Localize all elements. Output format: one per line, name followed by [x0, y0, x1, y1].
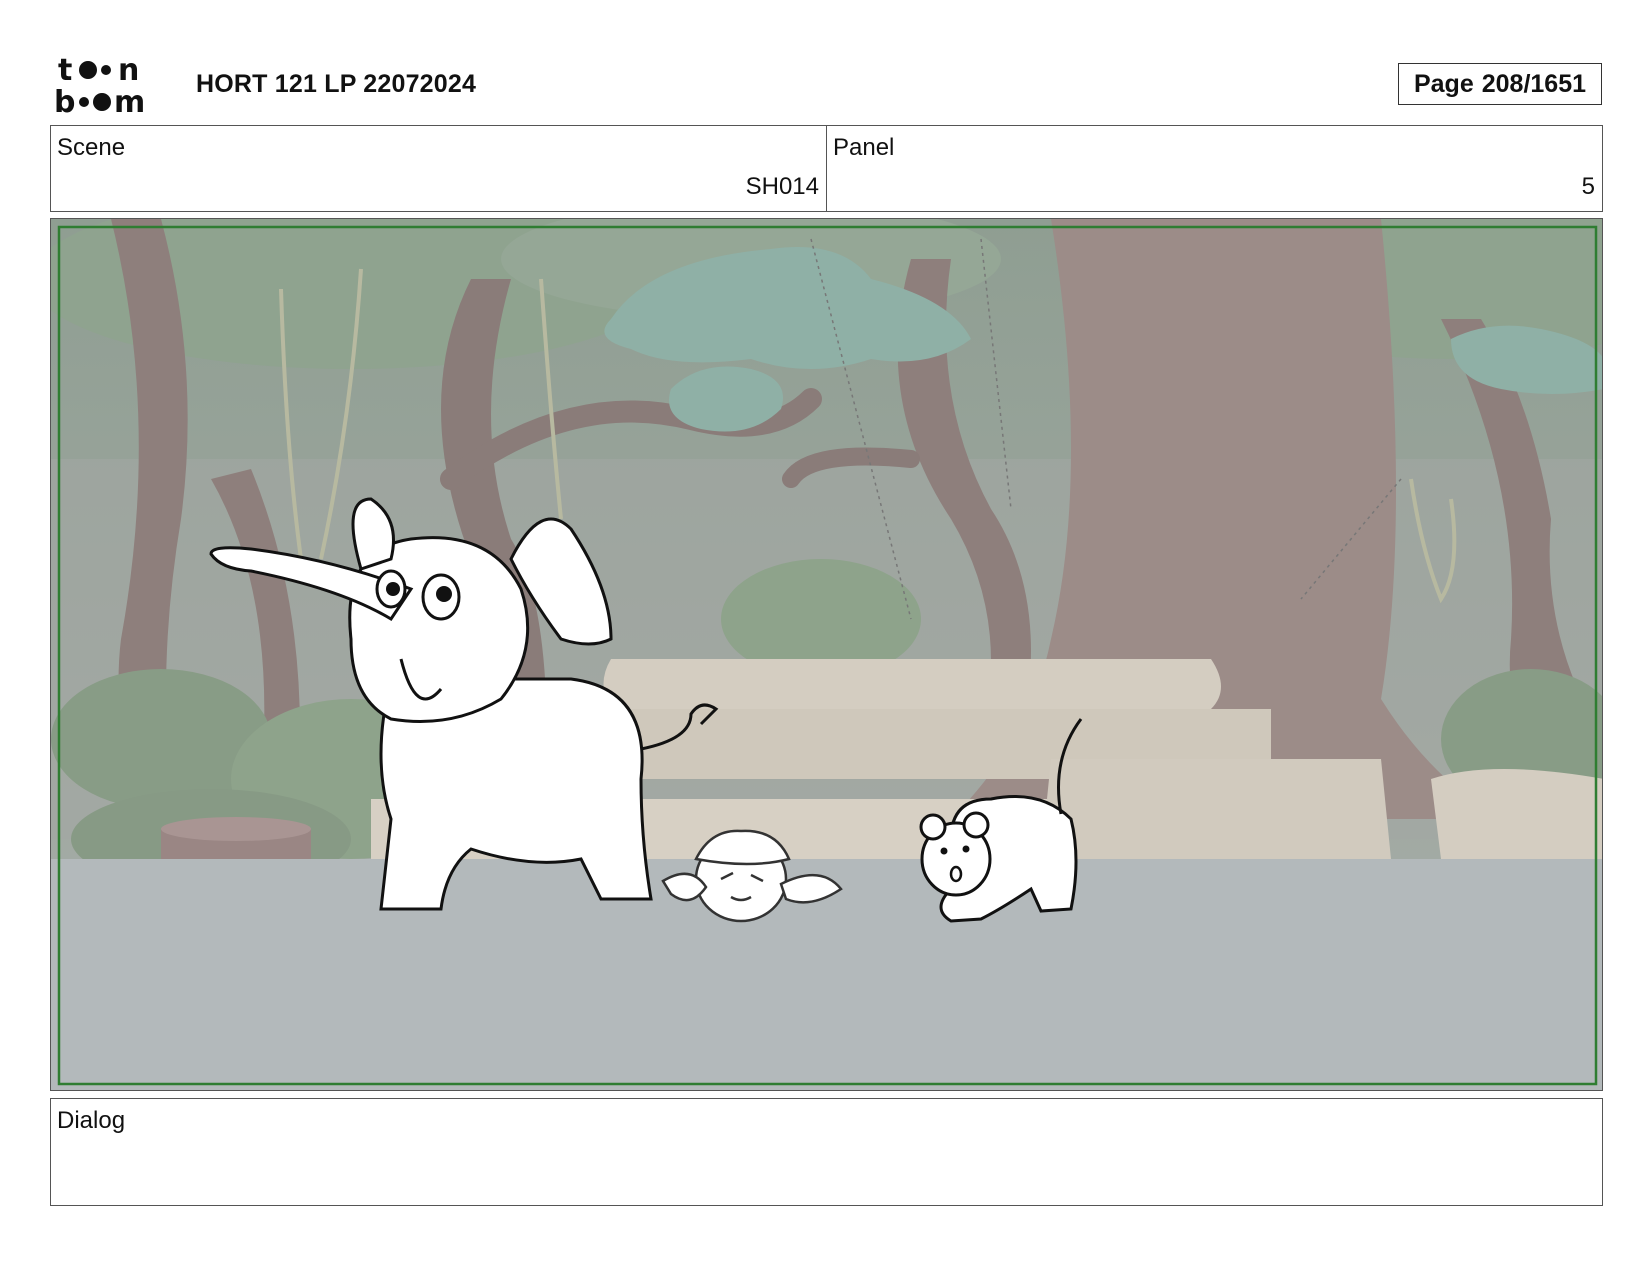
page-number: 208/1651: [1481, 69, 1587, 98]
svg-text:b: b: [54, 85, 75, 116]
dialog-box: Dialog: [50, 1098, 1603, 1206]
scene-panel-row: Scene SH014 Panel 5: [50, 125, 1603, 212]
svg-text:t: t: [58, 53, 72, 88]
dialog-label: Dialog: [57, 1107, 126, 1134]
storyboard-panel-image: [50, 218, 1603, 1091]
svg-text:n: n: [118, 53, 139, 88]
scene-cell: Scene SH014: [51, 126, 826, 211]
page-indicator: Page 208/1651: [1398, 63, 1602, 105]
svg-text:m: m: [114, 85, 145, 116]
storyboard-drawing-icon: [51, 219, 1602, 1090]
panel-value: 5: [1581, 173, 1595, 200]
toon-boom-logo-icon: t n b m: [54, 53, 145, 116]
panel-cell: Panel 5: [826, 126, 1602, 211]
scene-label: Scene: [57, 134, 126, 161]
document-title: HORT 121 LP 22072024: [196, 70, 477, 98]
page-label: Page: [1413, 69, 1474, 98]
panel-label: Panel: [833, 134, 895, 161]
scene-value: SH014: [745, 173, 819, 200]
